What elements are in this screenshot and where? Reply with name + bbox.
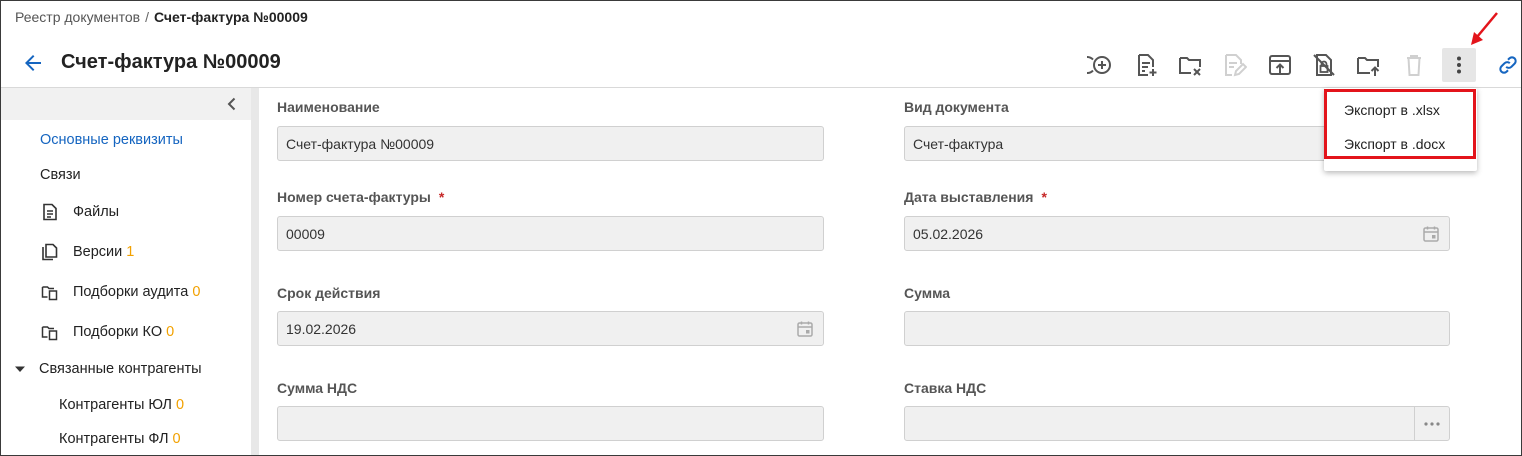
validity-date-field[interactable]: 19.02.2026 [277,311,824,346]
back-arrow-icon[interactable] [21,51,45,75]
sidebar-item-legal-entities[interactable]: Контрагенты ЮЛ 0 [59,397,184,413]
caret-down-icon[interactable] [14,363,26,375]
calendar-icon[interactable] [1422,225,1440,243]
sidebar-item-label: Связи [40,167,81,183]
sidebar-item-label: Подборки КО [73,324,163,340]
export-xlsx-menu-item[interactable]: Экспорт в .xlsx [1324,93,1477,127]
chevron-left-icon[interactable] [223,95,241,113]
breadcrumb-current: Счет-фактура №00009 [153,9,308,25]
upload-icon [1269,55,1291,75]
ko-selections-count: 0 [166,324,175,340]
amount-field[interactable] [904,311,1450,346]
name-label: Наименование [277,99,380,115]
folder-copy-icon [41,286,58,301]
file-icon [43,203,57,221]
sidebar-item-label: Файлы [73,204,120,220]
more-horizontal-icon [1424,421,1440,426]
trash-icon [1407,55,1421,76]
versions-count: 1 [126,244,135,260]
sidebar-item-label: Версии [73,244,123,260]
vat-rate-field[interactable] [904,406,1450,441]
breadcrumb-parent[interactable]: Реестр документов [15,9,140,25]
move-folder-button[interactable] [1351,48,1385,82]
more-vertical-icon [1457,56,1461,74]
annotation-arrow-icon [1471,12,1498,45]
name-value: Счет-фактура №00009 [286,135,435,152]
vat-amount-label: Сумма НДС [277,380,358,396]
calendar-icon[interactable] [796,320,814,338]
doc-type-value: Счет-фактура [913,135,1004,152]
sidebar-item-links[interactable]: Связи [40,167,81,183]
breadcrumb: Реестр документов / Счет-фактура №00009 [15,9,308,25]
sidebar-collapse-bar [1,88,251,120]
sidebar-item-label: Основные реквизиты [40,132,183,148]
export-menu: Экспорт в .xlsx Экспорт в .docx [1324,88,1477,171]
app-window: Реестр документов / Счет-фактура №00009 Сч… [0,0,1522,456]
sidebar-item-related-counterparties[interactable]: Связанные контрагенты [14,361,202,377]
individuals-count: 0 [172,431,181,447]
sidebar: Основные реквизиты Связи Файлы Версии1 [1,88,251,455]
invoice-number-label-text: Номер счета-фактуры [277,189,431,205]
upload-button[interactable] [1263,48,1297,82]
invoice-number-label: Номер счета-фактуры * [277,189,444,205]
edit-document-icon [1225,54,1247,77]
sidebar-item-label: Связанные контрагенты [39,361,202,377]
sidebar-scrollbar[interactable] [251,88,259,455]
lock-off-icon [1313,54,1335,76]
add-circle-icon [1087,56,1111,74]
audit-selections-count: 0 [192,284,201,300]
vat-rate-label: Ставка НДС [904,380,987,396]
folder-upload-icon [1357,57,1380,76]
folder-copy-icon [41,326,58,341]
add-button[interactable] [1083,48,1117,82]
create-document-button[interactable] [1129,48,1163,82]
issue-date-field[interactable]: 05.02.2026 [904,216,1450,251]
delete-button[interactable] [1397,48,1431,82]
folder-remove-icon [1179,57,1201,76]
invoice-number-field[interactable]: 00009 [277,216,824,251]
validity-value: 19.02.2026 [286,320,357,337]
vat-rate-picker-button[interactable] [1414,407,1449,440]
sidebar-item-audit-selections[interactable]: Подборки аудита 0 [41,283,200,301]
legal-entities-count: 0 [175,397,185,413]
page-title: Счет-фактура №00009 [61,51,281,73]
link-icon[interactable] [1497,54,1519,76]
sidebar-item-files[interactable]: Файлы [41,203,119,221]
sidebar-item-label: Контрагенты ФЛ [59,431,169,447]
export-docx-menu-item[interactable]: Экспорт в .docx [1324,127,1477,161]
sidebar-item-label: Подборки аудита [73,284,189,300]
issue-date-label: Дата выставления * [904,189,1047,205]
sidebar-item-label: Контрагенты ЮЛ [59,397,172,413]
remove-folder-button[interactable] [1173,48,1207,82]
sidebar-item-ko-selections[interactable]: Подборки КО 0 [41,323,174,341]
required-marker: * [1041,189,1047,205]
breadcrumb-separator: / [145,9,149,25]
document-add-icon [1138,54,1157,76]
sidebar-item-main-details[interactable]: Основные реквизиты [40,132,183,148]
issue-date-label-text: Дата выставления [904,189,1034,205]
doc-type-label: Вид документа [904,99,1009,115]
sidebar-item-versions[interactable]: Версии 1 [41,243,134,261]
unlock-button[interactable] [1307,48,1341,82]
validity-label: Срок действия [277,285,381,301]
invoice-number-value: 00009 [286,225,325,242]
required-marker: * [438,189,445,205]
sidebar-item-individuals[interactable]: Контрагенты ФЛ 0 [59,431,181,447]
name-field[interactable]: Счет-фактура №00009 [277,126,824,161]
edit-document-button[interactable] [1217,48,1251,82]
issue-date-value: 05.02.2026 [913,225,984,242]
copy-icon [42,243,58,261]
more-button[interactable] [1442,48,1476,82]
amount-label: Сумма [904,285,951,301]
vat-amount-field[interactable] [277,406,824,441]
